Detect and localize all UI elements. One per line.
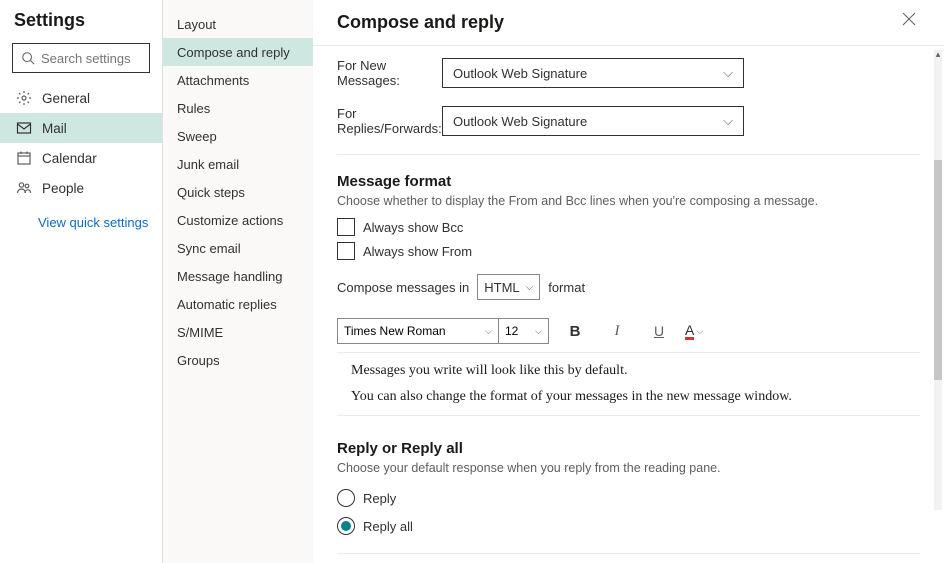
- select-value: Outlook Web Signature: [453, 114, 587, 129]
- message-preview: Messages you write will look like this b…: [337, 352, 920, 416]
- sub-customize-actions[interactable]: Customize actions: [163, 206, 313, 234]
- font-color-icon: A: [685, 323, 694, 340]
- sub-automatic-replies[interactable]: Automatic replies: [163, 290, 313, 318]
- close-icon: [902, 12, 916, 26]
- radio-label: Reply: [363, 491, 396, 506]
- sub-junk-email[interactable]: Junk email: [163, 150, 313, 178]
- calendar-icon: [16, 150, 32, 166]
- sub-attachments[interactable]: Attachments: [163, 66, 313, 94]
- radio-label: Reply all: [363, 519, 413, 534]
- close-button[interactable]: [902, 12, 916, 31]
- search-input[interactable]: [41, 51, 141, 66]
- nav-label: People: [42, 181, 84, 196]
- divider: [337, 154, 920, 155]
- mail-icon: [16, 120, 32, 136]
- message-format-sub: Choose whether to display the From and B…: [337, 194, 920, 208]
- nav-people[interactable]: People: [0, 173, 162, 203]
- scrollbar-thumb[interactable]: [934, 160, 942, 380]
- chevron-down-icon: ⌵: [535, 326, 542, 337]
- sub-compose-reply[interactable]: Compose and reply: [163, 38, 313, 66]
- people-icon: [16, 180, 32, 196]
- underline-button[interactable]: U: [643, 318, 675, 344]
- scroll-up-arrow[interactable]: ▴: [934, 50, 942, 58]
- select-value: Outlook Web Signature: [453, 66, 587, 81]
- content-body: For New Messages: Outlook Web Signature …: [313, 46, 944, 563]
- always-show-bcc-checkbox[interactable]: [337, 218, 355, 236]
- select-value: Times New Roman: [344, 324, 446, 338]
- replies-forwards-signature-select[interactable]: Outlook Web Signature ⌵: [442, 106, 744, 136]
- reply-radio[interactable]: [337, 489, 355, 507]
- gear-icon: [16, 90, 32, 106]
- font-family-select[interactable]: Times New Roman ⌵: [337, 318, 499, 344]
- reply-sub: Choose your default response when you re…: [337, 461, 920, 475]
- chevron-down-icon: ⌵: [723, 113, 733, 129]
- reply-heading: Reply or Reply all: [337, 440, 920, 457]
- always-show-from-checkbox[interactable]: [337, 242, 355, 260]
- italic-button[interactable]: I: [601, 318, 633, 344]
- checkbox-label: Always show From: [363, 244, 472, 259]
- replies-forwards-label: For Replies/Forwards:: [337, 106, 442, 136]
- compose-format-select[interactable]: HTML ⌵: [477, 274, 540, 300]
- bold-button[interactable]: B: [559, 318, 591, 344]
- nav-label: Calendar: [42, 151, 97, 166]
- preview-line: Messages you write will look like this b…: [351, 363, 906, 379]
- new-messages-label: For New Messages:: [337, 58, 442, 88]
- font-color-button[interactable]: A ⌵: [685, 323, 703, 340]
- nav-mail[interactable]: Mail: [0, 113, 162, 143]
- chevron-down-icon: ⌵: [526, 282, 534, 293]
- sub-groups[interactable]: Groups: [163, 346, 313, 374]
- nav-label: Mail: [42, 121, 67, 136]
- chevron-down-icon: ⌵: [696, 326, 703, 337]
- search-settings-wrap[interactable]: [12, 43, 150, 73]
- divider: [337, 553, 920, 554]
- content-header: Compose and reply: [313, 0, 944, 46]
- compose-prefix: Compose messages in: [337, 280, 469, 295]
- new-messages-signature-select[interactable]: Outlook Web Signature ⌵: [442, 58, 744, 88]
- select-value: 12: [505, 324, 518, 338]
- chevron-down-icon: ⌵: [485, 326, 492, 337]
- compose-suffix: format: [548, 280, 585, 295]
- message-format-heading: Message format: [337, 173, 920, 190]
- reply-all-radio[interactable]: [337, 517, 355, 535]
- sub-layout[interactable]: Layout: [163, 10, 313, 38]
- view-quick-settings-link[interactable]: View quick settings: [0, 203, 162, 230]
- select-value: HTML: [484, 280, 519, 295]
- font-size-select[interactable]: 12 ⌵: [499, 318, 549, 344]
- sub-message-handling[interactable]: Message handling: [163, 262, 313, 290]
- mail-settings-subnav: Layout Compose and reply Attachments Rul…: [163, 0, 313, 563]
- nav-general[interactable]: General: [0, 83, 162, 113]
- nav-calendar[interactable]: Calendar: [0, 143, 162, 173]
- sub-smime[interactable]: S/MIME: [163, 318, 313, 346]
- sub-sync-email[interactable]: Sync email: [163, 234, 313, 262]
- nav-label: General: [42, 91, 90, 106]
- page-title: Compose and reply: [337, 12, 504, 33]
- preview-line: You can also change the format of your m…: [351, 389, 906, 405]
- font-toolbar: Times New Roman ⌵ 12 ⌵ B I U A ⌵: [337, 318, 920, 344]
- chevron-down-icon: ⌵: [723, 65, 733, 81]
- settings-title: Settings: [0, 0, 162, 43]
- settings-content: Compose and reply For New Messages: Outl…: [313, 0, 944, 563]
- sub-quick-steps[interactable]: Quick steps: [163, 178, 313, 206]
- settings-sidebar: Settings General Mail Calendar People Vi…: [0, 0, 163, 563]
- sub-sweep[interactable]: Sweep: [163, 122, 313, 150]
- sub-rules[interactable]: Rules: [163, 94, 313, 122]
- checkbox-label: Always show Bcc: [363, 220, 463, 235]
- search-icon: [21, 51, 35, 65]
